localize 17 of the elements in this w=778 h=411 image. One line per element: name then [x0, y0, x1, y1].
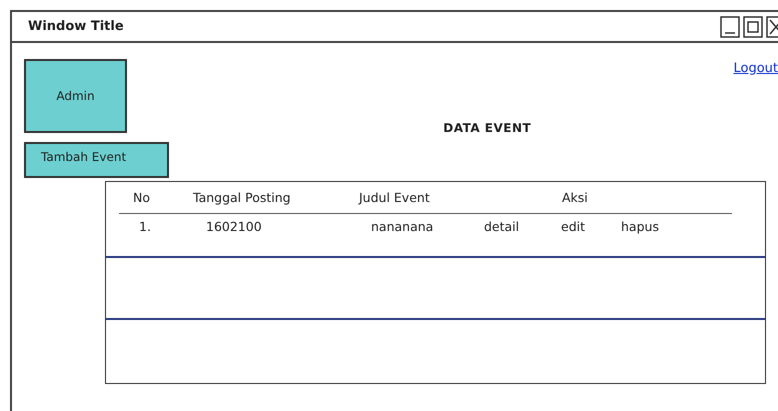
action-link[interactable]: hapus — [621, 219, 659, 234]
column-header: Aksi — [562, 190, 588, 205]
column-header: No — [133, 190, 150, 205]
add-event-button[interactable]: Tambah Event — [24, 142, 169, 178]
admin-panel: Admin — [24, 59, 127, 133]
table-cell: nananana — [371, 219, 434, 234]
action-link[interactable]: edit — [561, 219, 585, 234]
column-header: Judul Event — [359, 190, 430, 205]
window-title: Window Title — [28, 19, 124, 34]
maximize-icon[interactable] — [743, 16, 763, 38]
page-heading: DATA EVENT — [443, 121, 532, 135]
column-header: Tanggal Posting — [193, 190, 291, 205]
action-link[interactable]: detail — [484, 219, 520, 234]
table-cell: 1. — [139, 219, 151, 234]
logout-link[interactable]: Logout — [733, 61, 778, 76]
table-cell: 1602100 — [206, 219, 262, 234]
minimize-icon[interactable] — [720, 16, 740, 38]
